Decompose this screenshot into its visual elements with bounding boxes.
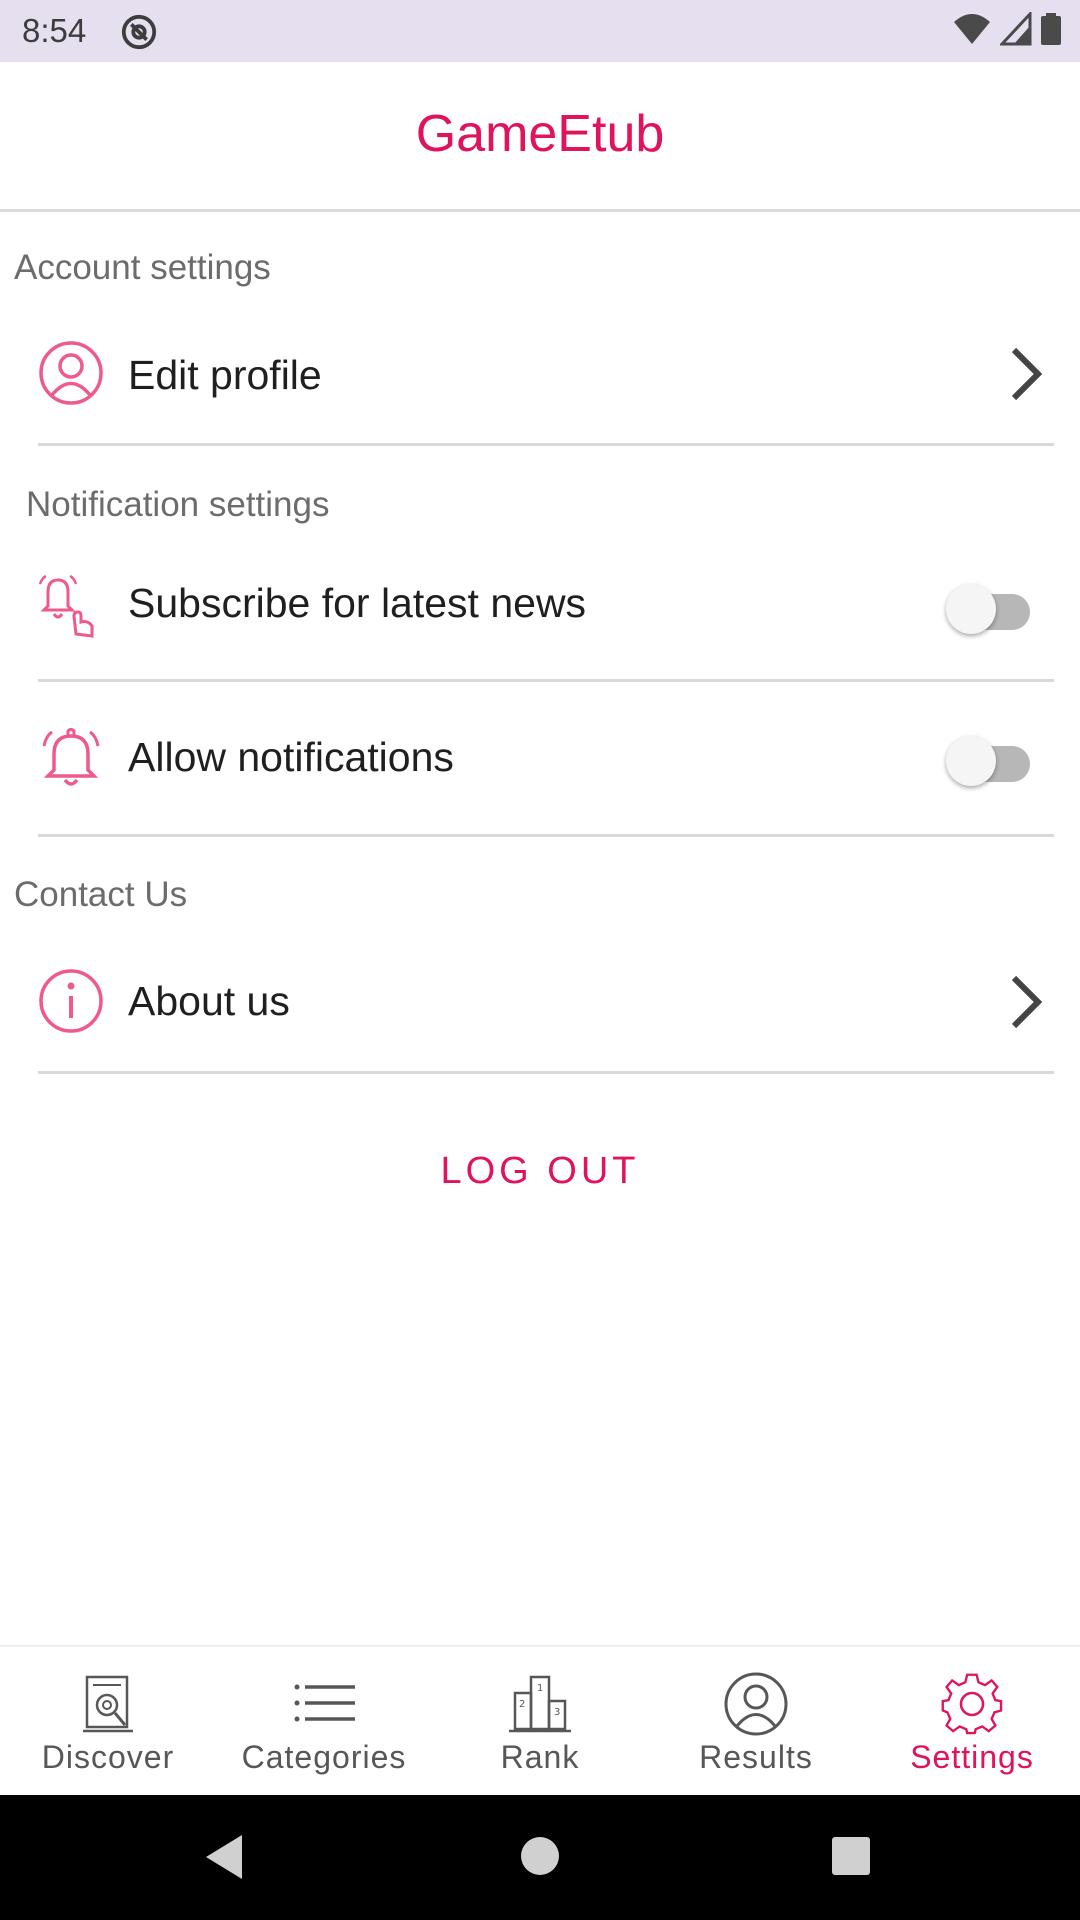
list-icon <box>294 1684 355 1722</box>
home-icon[interactable] <box>519 1835 561 1877</box>
gear-icon <box>941 1673 1003 1735</box>
user-circle-icon <box>724 1672 788 1736</box>
nav-label: Categories <box>241 1739 407 1775</box>
nav-settings[interactable]: Settings <box>864 1647 1080 1795</box>
bottom-navigation: Discover Categories 1 2 3 Rank Results S… <box>0 1645 1080 1795</box>
edit-profile-row[interactable]: Edit profile <box>38 320 1054 446</box>
app-title: GameEtub <box>415 105 665 163</box>
subscribe-news-row: Subscribe for latest news <box>38 552 1054 682</box>
allow-notifications-label: Allow notifications <box>128 734 454 780</box>
nav-label: Settings <box>910 1739 1034 1775</box>
wifi-icon <box>954 14 990 44</box>
status-time: 8:54 <box>22 12 87 49</box>
subscribe-news-label: Subscribe for latest news <box>128 580 587 626</box>
nav-rank[interactable]: 1 2 3 Rank <box>432 1647 648 1795</box>
svg-text:3: 3 <box>554 1707 560 1718</box>
bell-icon <box>42 728 100 786</box>
logout-button[interactable]: LOG OUT <box>0 1150 1080 1193</box>
nav-label: Results <box>699 1739 813 1775</box>
discover-icon <box>83 1675 133 1733</box>
chevron-right-icon <box>1011 975 1043 1029</box>
svg-text:1: 1 <box>537 1683 543 1694</box>
podium-icon: 1 2 3 <box>509 1675 571 1733</box>
battery-icon <box>1041 13 1061 45</box>
nav-discover[interactable]: Discover <box>0 1647 216 1795</box>
toggle-knob <box>946 584 996 634</box>
back-icon[interactable] <box>202 1833 246 1881</box>
toggle-knob <box>946 736 996 786</box>
section-account-settings: Account settings <box>14 248 271 287</box>
signal-icon <box>1000 12 1032 46</box>
section-notification-settings: Notification settings <box>26 485 330 524</box>
nav-label: Discover <box>41 1739 175 1775</box>
about-us-row[interactable]: About us <box>38 940 1054 1074</box>
nav-results[interactable]: Results <box>648 1647 864 1795</box>
section-contact-us: Contact Us <box>14 875 188 914</box>
nav-categories[interactable]: Categories <box>216 1647 432 1795</box>
nav-label: Rank <box>500 1739 580 1775</box>
bell-tap-icon <box>38 574 94 638</box>
system-navigation-bar <box>0 1795 1080 1920</box>
edit-profile-label: Edit profile <box>128 352 322 398</box>
subscribe-news-toggle[interactable] <box>946 584 1032 634</box>
allow-notifications-row: Allow notifications <box>38 682 1054 837</box>
recents-icon[interactable] <box>830 1835 872 1877</box>
status-bar: 8:54 <box>0 0 1080 62</box>
app-bar: GameEtub <box>0 62 1080 212</box>
allow-notifications-toggle[interactable] <box>946 736 1032 786</box>
about-us-label: About us <box>128 978 290 1024</box>
svg-text:2: 2 <box>519 1699 525 1710</box>
user-icon <box>39 341 103 405</box>
info-icon <box>39 969 103 1033</box>
at-sign-icon <box>121 14 157 50</box>
chevron-right-icon <box>1011 347 1043 401</box>
